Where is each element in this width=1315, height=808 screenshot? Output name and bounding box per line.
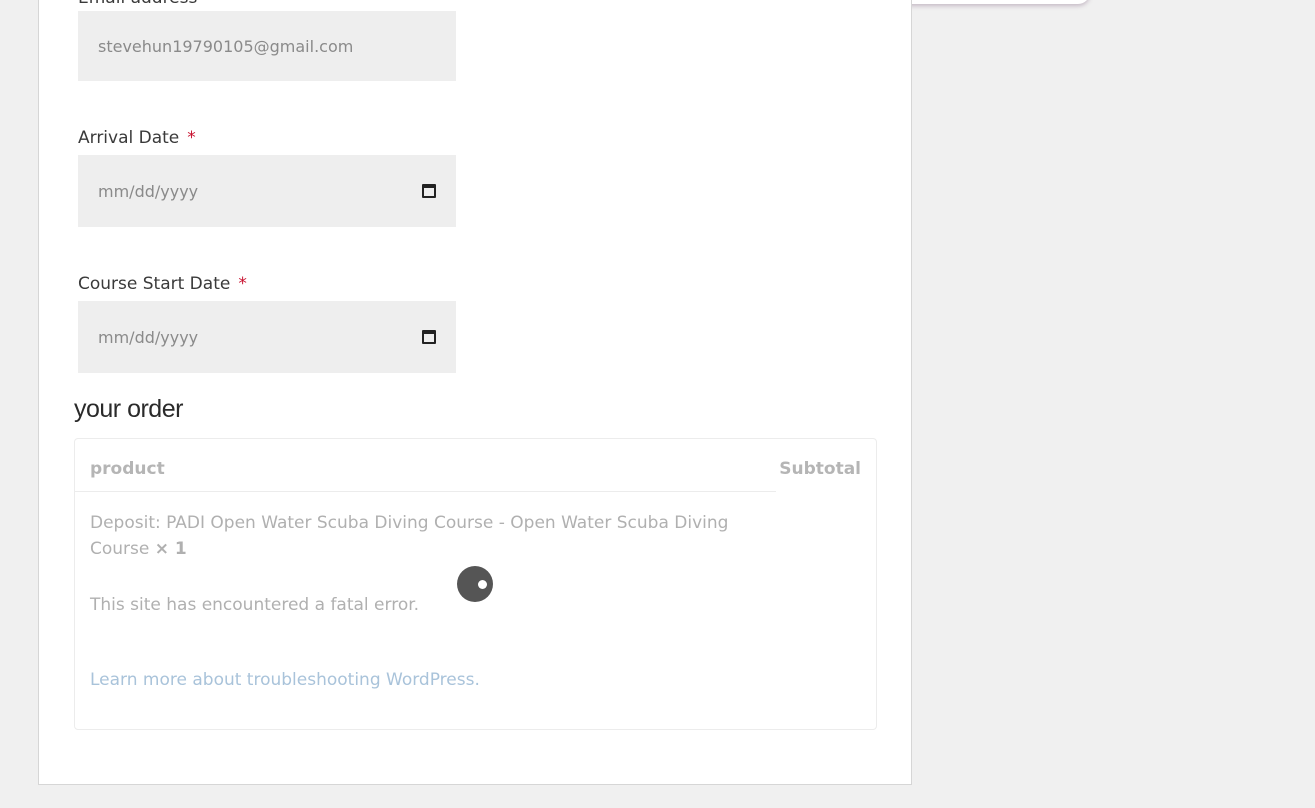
order-section-title: your order <box>74 395 183 423</box>
product-column-header: product <box>90 459 165 479</box>
arrival-date-placeholder: mm/dd/yyyy <box>98 181 199 201</box>
subtotal-column-header: Subtotal <box>779 459 861 479</box>
calendar-icon[interactable] <box>422 330 436 344</box>
order-line-item: Deposit: PADI Open Water Scuba Diving Co… <box>90 510 770 562</box>
loading-spinner-icon <box>457 566 493 602</box>
course-start-date-label: Course Start Date * <box>78 274 247 294</box>
course-start-date-input[interactable]: mm/dd/yyyy <box>78 301 456 373</box>
required-marker: * <box>238 274 247 294</box>
required-marker: * <box>187 128 196 148</box>
email-label: Email address <box>78 0 197 8</box>
header-divider <box>75 491 776 492</box>
email-value: stevehun19790105@gmail.com <box>98 36 354 56</box>
troubleshooting-link[interactable]: Learn more about troubleshooting WordPre… <box>90 670 480 690</box>
arrival-date-label-text: Arrival Date <box>78 128 180 148</box>
fatal-error-message: This site has encountered a fatal error. <box>90 595 420 615</box>
calendar-icon[interactable] <box>422 184 436 198</box>
arrival-date-input[interactable]: mm/dd/yyyy <box>78 155 456 227</box>
email-field[interactable]: stevehun19790105@gmail.com <box>78 11 456 81</box>
arrival-date-label: Arrival Date * <box>78 128 196 148</box>
spinner-dot <box>478 580 487 589</box>
item-quantity: × 1 <box>154 539 187 559</box>
course-start-date-label-text: Course Start Date <box>78 274 231 294</box>
course-start-date-placeholder: mm/dd/yyyy <box>98 327 199 347</box>
